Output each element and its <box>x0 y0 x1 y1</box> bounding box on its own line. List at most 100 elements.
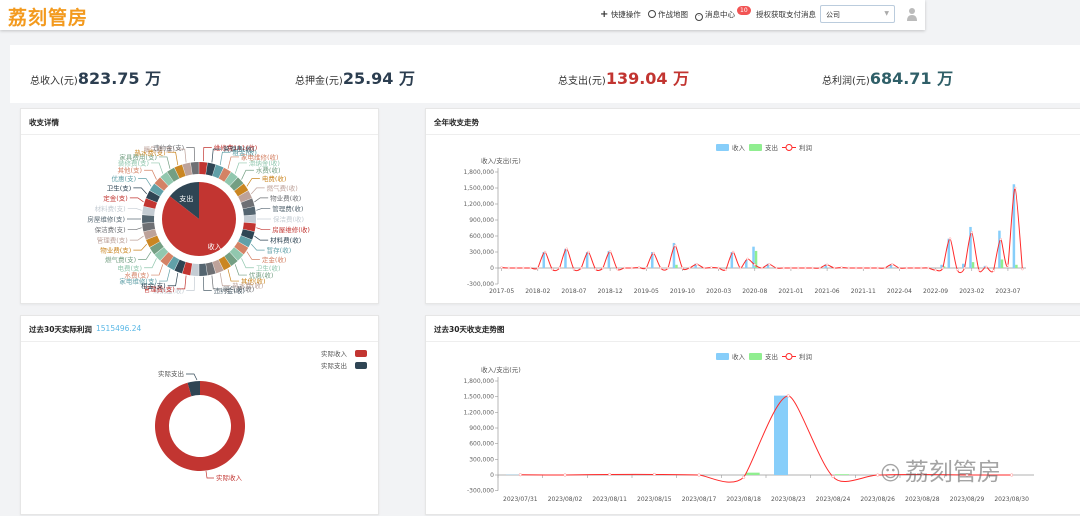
profit-30d-card: 过去30天实际利润 1515496.24 实际支出实际收入实际收入实际支出 <box>20 315 379 515</box>
stats-panel: 总收入(元)823.75 万 总押金(元)25.94 万 总支出(元)139.0… <box>10 45 1080 103</box>
profit-point <box>833 267 835 269</box>
company-select[interactable]: 公司▼ <box>820 5 895 23</box>
y-tick-label: 0 <box>490 265 494 272</box>
profit-point <box>580 267 582 269</box>
y-axis-title: 收入/支出(元) <box>481 365 521 374</box>
quick-action-label: 快捷操作 <box>611 10 641 19</box>
x-tick-label: 2020-08 <box>742 288 767 295</box>
profit-point <box>819 267 821 269</box>
x-tick-label: 2023-07 <box>995 288 1020 295</box>
label-line <box>251 188 264 194</box>
auth-payment-link[interactable]: 授权获取支付消息 <box>756 9 816 20</box>
quick-action-button[interactable]: + 快捷操作 <box>600 9 641 20</box>
expense-bar <box>1001 259 1004 268</box>
label-line <box>186 277 194 291</box>
detail-card: 收支详情 维修费111(收)管理费(收)租金(收)家电维修(收)滞纳金(收)水费… <box>20 108 379 304</box>
profit-point <box>544 251 546 253</box>
label-line <box>168 152 178 165</box>
segment-label: 管理费(收) <box>272 204 303 213</box>
label-line <box>254 236 268 240</box>
profit-point <box>609 250 611 252</box>
profit-point <box>797 267 799 269</box>
top-header: 荔刻管房 + 快捷操作 作战地图 ·消息中心 10 授权获取支付消息 公司▼ <box>0 0 925 30</box>
message-icon: · <box>695 13 703 21</box>
message-center-button[interactable]: ·消息中心 <box>695 9 735 21</box>
legend-swatch <box>355 350 367 357</box>
segment-label: 材料费(支) <box>95 204 126 213</box>
profit-line <box>502 188 1023 273</box>
profit-point <box>1007 264 1009 266</box>
profit-point <box>739 267 741 269</box>
profit-point <box>501 266 503 268</box>
ring-segment <box>244 215 256 223</box>
label-line <box>206 471 214 478</box>
profit-point <box>602 267 604 269</box>
x-tick-label: 2023/08/26 <box>860 496 895 503</box>
y-tick-label: 1,500,000 <box>463 394 494 401</box>
label-line <box>220 152 230 165</box>
profit-point <box>566 248 568 250</box>
profit-point <box>877 267 879 269</box>
label-line <box>133 188 146 194</box>
x-tick-label: 2023/08/28 <box>905 496 940 503</box>
profit-point <box>595 268 597 270</box>
stat-total-profit: 总利润(元)684.71 万 <box>822 65 953 89</box>
stat-label: 总押金(元) <box>295 76 343 87</box>
profit-point <box>876 474 879 477</box>
wechat-icon: ☺ <box>880 461 901 485</box>
profit-point <box>956 269 958 271</box>
profit-point <box>537 267 539 269</box>
x-tick-label: 2021-11 <box>851 288 876 295</box>
label-line <box>247 179 260 187</box>
segment-label: 电费(支) <box>118 263 143 272</box>
x-tick-label: 2021-01 <box>778 288 803 295</box>
label-line <box>242 170 254 179</box>
segment-label: 保洁费(收) <box>273 215 304 224</box>
y-tick-label: 1,500,000 <box>463 185 494 192</box>
ring-segment <box>199 162 207 174</box>
expense-bar <box>972 262 975 268</box>
segment-label: 燃气费(支) <box>105 255 136 264</box>
profit-point <box>832 475 835 478</box>
legend-swatch-expense <box>749 144 762 151</box>
slice-label: 收入 <box>208 242 222 251</box>
profit-point <box>573 268 575 270</box>
x-tick-label: 2021-06 <box>815 288 840 295</box>
label-line <box>256 228 270 230</box>
profit-point <box>1000 238 1002 240</box>
app-logo[interactable]: 荔刻管房 <box>8 3 88 30</box>
label-line <box>256 208 270 210</box>
profit-point <box>530 267 532 269</box>
legend-label: 支出 <box>765 352 778 361</box>
profit-point <box>732 251 734 253</box>
segment-label: 卫生(支) <box>107 183 132 192</box>
x-tick-label: 2023/08/24 <box>816 496 851 503</box>
ring-segment <box>142 215 154 223</box>
battle-map-button[interactable]: 作战地图 <box>648 9 688 20</box>
profit-point <box>660 267 662 269</box>
legend-label: 收入 <box>732 352 746 361</box>
x-tick-label: 2023/08/15 <box>637 496 672 503</box>
expense-bar <box>1015 265 1018 268</box>
profit-point <box>645 267 647 269</box>
yearly-trend-chart: 收入支出利润收入/支出(元)1,800,0001,500,0001,200,00… <box>426 109 1080 305</box>
expense-bar <box>835 474 849 475</box>
label-line <box>251 244 264 250</box>
profit-point <box>698 474 701 477</box>
profit-30d-donut: 实际支出实际收入实际收入实际支出 <box>21 316 380 516</box>
profit-point <box>551 268 553 270</box>
y-tick-label: 1,200,000 <box>463 409 494 416</box>
legend-label: 实际收入 <box>321 349 348 358</box>
legend-swatch <box>355 362 367 369</box>
segment-label: 房屋维修(收) <box>272 225 310 234</box>
segment-label: 物业费(支) <box>100 246 131 255</box>
segment-label: 电费(收) <box>262 174 287 183</box>
label-line <box>128 208 142 210</box>
y-tick-label: 300,000 <box>469 456 494 463</box>
profit-point <box>587 251 589 253</box>
user-avatar-icon[interactable] <box>906 7 918 21</box>
stat-total-income: 总收入(元)823.75 万 <box>30 65 161 89</box>
watermark: ☺荔刻管房 <box>880 452 1001 487</box>
profit-point <box>787 395 790 398</box>
label-line <box>247 252 260 260</box>
